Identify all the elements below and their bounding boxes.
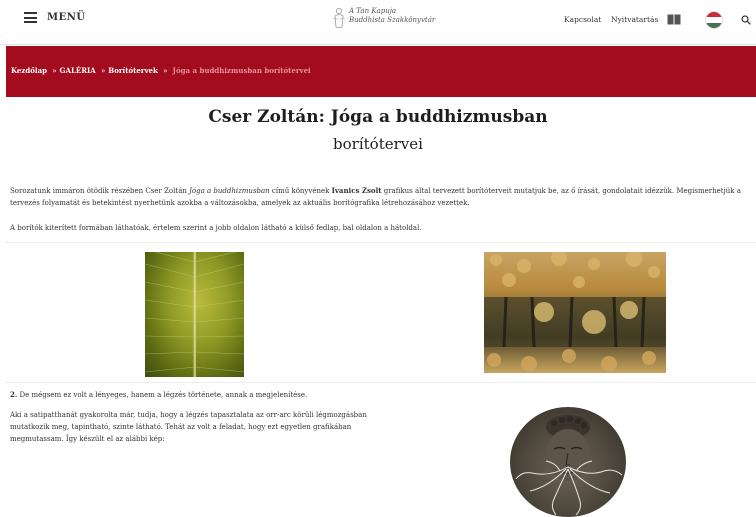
menu-label: MENÜ <box>47 12 86 23</box>
divider <box>6 382 756 383</box>
nav-link-kapcsolat[interactable]: Kapcsolat <box>564 15 601 24</box>
site-header: MENÜ A Tan Kapuja Buddhista Szakkönyvtár… <box>0 0 756 45</box>
leaf-cover-image[interactable] <box>145 252 244 377</box>
menu-button[interactable]: MENÜ <box>24 12 86 23</box>
autumn-reflection-image[interactable] <box>484 252 666 373</box>
hamburger-icon <box>24 12 37 23</box>
breadcrumb-current: Jóga a buddhizmusban borítótervei <box>172 66 311 75</box>
intro-text-b: című könyvének <box>269 187 332 195</box>
buddha-breath-graphic <box>515 415 623 516</box>
breadcrumb-separator: » <box>100 67 106 75</box>
book-title: Jóga a buddhizmusban <box>189 187 270 195</box>
book-icon[interactable] <box>667 14 681 25</box>
author-name: Ivanics Zsolt <box>331 186 382 195</box>
logo-text: A Tan Kapuja Buddhista Szakkönyvtár <box>349 7 435 25</box>
intro-text-a: Sorozatunk immáron ötödik részében Cser … <box>10 187 190 195</box>
breadcrumb-separator: » <box>52 67 57 75</box>
page-subtitle: borítótervei <box>333 135 423 153</box>
logo-line-1: A Tan Kapuja <box>349 7 397 15</box>
page-title: Cser Zoltán: Jóga a buddhizmusban <box>208 107 548 127</box>
leaf-veins-graphic <box>145 252 244 377</box>
nav-link-nyitvatartas[interactable]: Nyitvatartás <box>611 15 658 24</box>
buddha-breath-image[interactable] <box>510 407 626 517</box>
breadcrumb-galeria[interactable]: GALÉRIA <box>60 66 96 75</box>
breathing-paragraph: Aki a satipatthanát gyakorolta már, tudj… <box>10 411 367 443</box>
search-icon[interactable] <box>741 15 751 25</box>
breadcrumb-boritotervek[interactable]: Borítótervek <box>108 66 158 75</box>
breadcrumb-separator: » <box>163 67 168 75</box>
logo-figure-icon <box>332 8 346 28</box>
breadcrumb: Kezdőlap » GALÉRIA » Borítótervek » Jóga a… <box>11 66 311 75</box>
divider <box>6 242 756 243</box>
logo-line-2: Buddhista Szakkönyvtár <box>349 16 436 24</box>
intro-paragraph: Sorozatunk immáron ötödik részében Cser … <box>10 185 750 209</box>
site-logo[interactable]: A Tan Kapuja Buddhista Szakkönyvtár <box>332 7 435 29</box>
section-2-paragraph: 2. De mégsem ez volt a lényeges, hanem a… <box>10 389 750 401</box>
autumn-reflection-graphic <box>484 252 666 372</box>
section-2-text: De mégsem ez volt a lényeges, hanem a lé… <box>17 391 308 399</box>
breadcrumb-home[interactable]: Kezdőlap <box>11 66 47 75</box>
hungarian-flag-icon[interactable] <box>706 12 722 28</box>
page-banner: Kezdőlap » GALÉRIA » Borítótervek » Jóga a… <box>6 46 756 97</box>
cover-note-paragraph: A borítók kiterített formában láthatóak,… <box>10 224 422 232</box>
